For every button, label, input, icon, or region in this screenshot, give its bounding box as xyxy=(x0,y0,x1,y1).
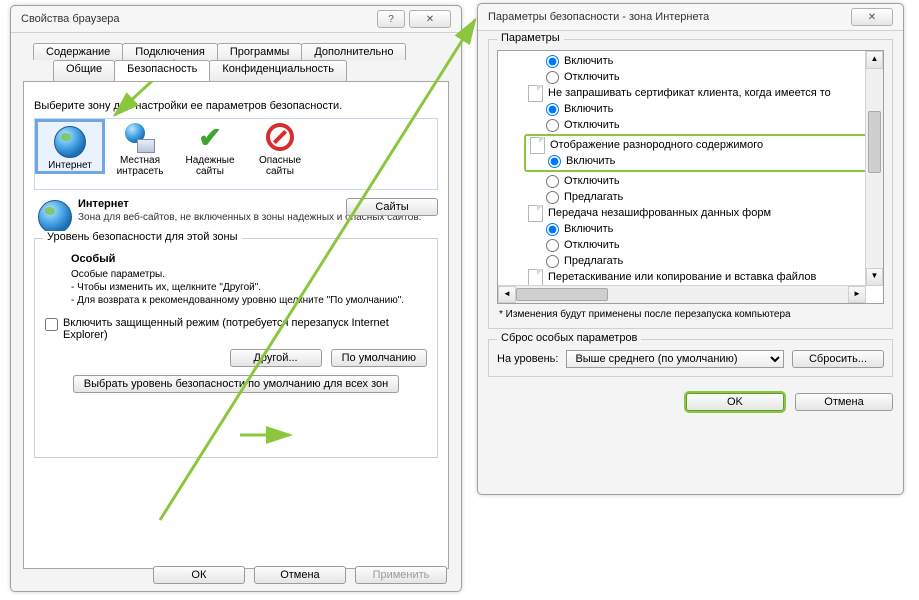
zone-list: Интернет Местная интрасеть ✔ Надежные са… xyxy=(34,118,438,190)
page-icon xyxy=(528,85,543,102)
reset-group: Сброс особых параметров На уровень: Выше… xyxy=(488,339,893,377)
zone-trusted[interactable]: ✔ Надежные сайты xyxy=(175,119,245,177)
page-icon xyxy=(528,205,543,222)
radio-option[interactable]: Предлагать xyxy=(504,189,883,205)
tab-strip: Содержание Подключения Программы Дополни… xyxy=(23,43,449,81)
dialog-title: Свойства браузера xyxy=(21,13,377,25)
restart-note: * Изменения будут применены после переза… xyxy=(499,309,882,320)
globe-icon xyxy=(38,200,72,234)
radio-option[interactable]: Отключить xyxy=(504,237,883,253)
setting-heading: Передача незашифрованных данных форм xyxy=(504,205,883,221)
help-button[interactable]: ? xyxy=(377,10,405,28)
scroll-left-arrow[interactable]: ◄ xyxy=(498,286,516,303)
security-level-group: Уровень безопасности для этой зоны Особы… xyxy=(34,238,438,458)
dialog-titlebar: Свойства браузера ? ✕ xyxy=(11,6,461,33)
security-panel: Выберите зону для настройки ее параметро… xyxy=(23,81,449,569)
radio-option[interactable]: Отключить xyxy=(504,69,883,85)
radio-option[interactable]: Включить xyxy=(526,153,879,169)
security-settings-dialog: Параметры безопасности - зона Интернета … xyxy=(477,3,904,495)
highlighted-setting: Отображение разнородного содержимого Вкл… xyxy=(524,134,881,172)
zone-internet[interactable]: Интернет xyxy=(35,119,105,174)
vertical-scrollbar[interactable]: ▲ ▼ xyxy=(865,51,883,286)
tab-privacy[interactable]: Конфиденциальность xyxy=(209,60,347,81)
dialog-footer: ОК Отмена Применить xyxy=(147,566,447,584)
close-button[interactable]: ✕ xyxy=(851,8,893,26)
tab-security[interactable]: Безопасность xyxy=(114,60,210,81)
zone-name: Интернет xyxy=(78,198,129,210)
setting-heading: Перетаскивание или копирование и вставка… xyxy=(504,269,883,285)
zone-intranet[interactable]: Местная интрасеть xyxy=(105,119,175,177)
tab-advanced[interactable]: Дополнительно xyxy=(301,43,406,60)
page-icon xyxy=(530,137,545,154)
reset-level-combo[interactable]: Выше среднего (по умолчанию) xyxy=(566,350,784,368)
scroll-up-arrow[interactable]: ▲ xyxy=(866,51,883,69)
apply-button[interactable]: Применить xyxy=(355,566,447,584)
tab-content[interactable]: Содержание xyxy=(33,43,123,60)
ok-button[interactable]: ОК xyxy=(153,566,245,584)
radio-option[interactable]: Отключить xyxy=(504,173,883,189)
sites-button[interactable]: Сайты xyxy=(346,198,438,216)
globe-icon xyxy=(54,126,86,158)
dialog-title: Параметры безопасности - зона Интернета xyxy=(488,11,851,23)
tab-general[interactable]: Общие xyxy=(53,60,115,81)
dialog-titlebar: Параметры безопасности - зона Интернета … xyxy=(478,4,903,31)
setting-heading: Отображение разнородного содержимого xyxy=(526,137,879,153)
radio-option[interactable]: Отключить xyxy=(504,117,883,133)
group-title: Уровень безопасности для этой зоны xyxy=(43,231,242,243)
setting-heading: Не запрашивать сертификат клиента, когда… xyxy=(504,85,883,101)
radio-option[interactable]: Включить xyxy=(504,101,883,117)
checkmark-icon: ✔ xyxy=(195,123,225,153)
cancel-button[interactable]: Отмена xyxy=(254,566,346,584)
level-name: Особый xyxy=(71,253,427,265)
radio-option[interactable]: Включить xyxy=(504,53,883,69)
zone-restricted[interactable]: Опасные сайты xyxy=(245,119,315,177)
ok-button[interactable]: OK xyxy=(686,393,784,411)
zone-description: Интернет Зона для веб-сайтов, не включен… xyxy=(34,198,438,224)
scroll-thumb[interactable] xyxy=(516,288,608,301)
reset-label: На уровень: xyxy=(497,353,558,365)
forbidden-icon xyxy=(265,123,295,153)
scroll-right-arrow[interactable]: ► xyxy=(848,286,866,303)
settings-tree[interactable]: Включить Отключить Не запрашивать сертиф… xyxy=(497,50,884,304)
custom-level-button[interactable]: Другой... xyxy=(230,349,322,367)
horizontal-scrollbar[interactable]: ◄ ► xyxy=(498,285,866,303)
default-level-button[interactable]: По умолчанию xyxy=(331,349,427,367)
dialog-footer: OK Отмена xyxy=(488,393,893,411)
group-title: Сброс особых параметров xyxy=(497,332,641,344)
page-icon xyxy=(528,269,543,286)
radio-option[interactable]: Предлагать xyxy=(504,253,883,269)
reset-all-zones-button[interactable]: Выбрать уровень безопасности по умолчани… xyxy=(73,375,399,393)
reset-button[interactable]: Сбросить... xyxy=(792,350,884,368)
protected-mode-checkbox[interactable]: Включить защищенный режим (потребуется п… xyxy=(45,317,427,341)
radio-option[interactable]: Включить xyxy=(504,221,883,237)
zone-prompt: Выберите зону для настройки ее параметро… xyxy=(34,100,438,112)
scroll-down-arrow[interactable]: ▼ xyxy=(866,268,883,286)
parameters-group: Параметры Включить Отключить Не запрашив… xyxy=(488,39,893,329)
close-button[interactable]: ✕ xyxy=(409,10,451,28)
group-title: Параметры xyxy=(497,32,564,44)
cancel-button[interactable]: Отмена xyxy=(795,393,893,411)
intranet-icon xyxy=(125,123,155,153)
scroll-thumb[interactable] xyxy=(868,111,881,173)
tab-programs[interactable]: Программы xyxy=(217,43,302,60)
tab-connections[interactable]: Подключения xyxy=(122,43,218,60)
browser-properties-dialog: Свойства браузера ? ✕ Содержание Подключ… xyxy=(10,5,462,592)
